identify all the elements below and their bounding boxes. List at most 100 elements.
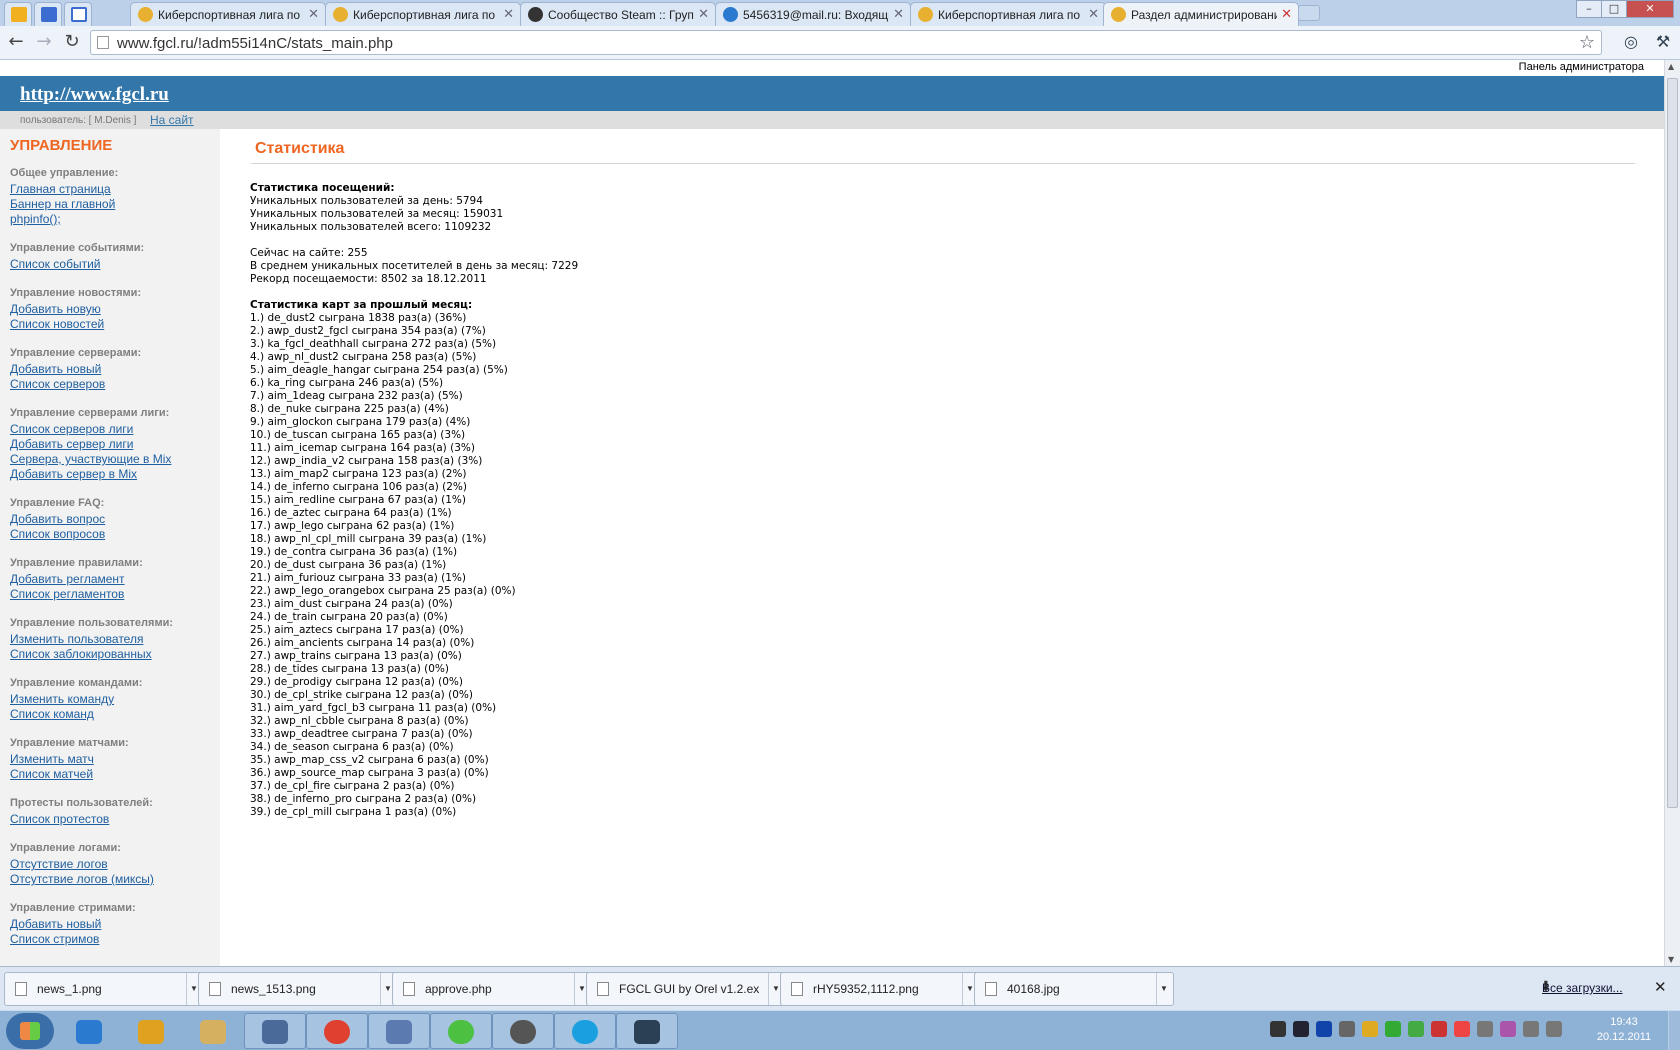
sidebar-link[interactable]: Список регламентов (10, 587, 215, 602)
close-tab-icon[interactable]: ✕ (503, 6, 514, 22)
address-bar[interactable]: www.fgcl.ru/!adm55i14nC/stats_main.php ☆ (90, 30, 1602, 55)
close-tab-icon[interactable]: ✕ (893, 6, 904, 22)
sidebar-link[interactable]: Отсутствие логов (10, 857, 215, 872)
download-filename: news_1513.png (231, 982, 316, 996)
sidebar-link[interactable]: Изменить матч (10, 752, 215, 767)
tab-mail[interactable]: 5456319@mail.ru: Входящи ✕ (715, 2, 911, 26)
taskbar-app-button[interactable] (616, 1013, 678, 1049)
taskbar-app-button[interactable] (368, 1013, 430, 1049)
download-item[interactable]: news_1513.png ▼ (198, 972, 398, 1006)
download-item[interactable]: rHY59352,1112.png ▼ (780, 972, 980, 1006)
sidebar-link[interactable]: Добавить новый (10, 362, 215, 377)
download-item[interactable]: FGCL GUI by Orel v1.2.exe ▼ (586, 972, 786, 1006)
minimize-button[interactable]: – (1576, 0, 1602, 18)
wrench-icon[interactable]: ⚒ (1652, 31, 1674, 53)
clock[interactable]: 19:43 20.12.2011 (1586, 1015, 1662, 1045)
tab-fgcl-1[interactable]: Киберспортивная лига по ✕ (130, 2, 326, 26)
tray-app-icon[interactable] (1431, 1021, 1447, 1037)
sidebar-link[interactable]: Список событий (10, 257, 215, 272)
forward-icon[interactable]: → (33, 31, 55, 53)
tray-app-icon[interactable] (1339, 1021, 1355, 1037)
close-downloads-bar-icon[interactable]: ✕ (1654, 978, 1667, 996)
close-tab-icon[interactable]: ✕ (1088, 6, 1099, 22)
start-button[interactable] (6, 1013, 54, 1049)
tray-speaker-icon[interactable] (1546, 1021, 1562, 1037)
sidebar-link[interactable]: Изменить команду (10, 692, 215, 707)
sidebar-link[interactable]: Сервера, участвующие в Mix (10, 452, 215, 467)
download-item[interactable]: 40168.jpg ▼ (974, 972, 1174, 1006)
sidebar-link[interactable]: Список заблокированных (10, 647, 215, 662)
tab-fgcl-3[interactable]: Киберспортивная лига по ✕ (910, 2, 1106, 26)
scrollbar-thumb[interactable] (1667, 78, 1678, 808)
sidebar-link[interactable]: Список матчей (10, 767, 215, 782)
tray-icq-icon[interactable] (1385, 1021, 1401, 1037)
sidebar-link[interactable]: Добавить сервер в Mix (10, 467, 215, 482)
sidebar-link[interactable]: Добавить вопрос (10, 512, 215, 527)
close-tab-icon[interactable]: ✕ (698, 6, 709, 22)
sidebar-link[interactable]: Список вопросов (10, 527, 215, 542)
sidebar-link[interactable]: Изменить пользователя (10, 632, 215, 647)
new-tab-button[interactable] (1298, 5, 1320, 21)
sidebar-link[interactable]: Добавить новый (10, 917, 215, 932)
tab-fgcl-2[interactable]: Киберспортивная лига по ✕ (325, 2, 521, 26)
pinned-tab-tut[interactable] (4, 2, 32, 26)
site-home-link[interactable]: http://www.fgcl.ru (20, 84, 169, 106)
taskbar-app-button[interactable] (244, 1013, 306, 1049)
reload-icon[interactable]: ↻ (61, 31, 83, 53)
close-tab-icon[interactable]: ✕ (1281, 6, 1292, 22)
sidebar-link[interactable]: Добавить сервер лиги (10, 437, 215, 452)
taskbar-app-button[interactable] (182, 1013, 244, 1049)
sidebar-link[interactable]: Добавить регламент (10, 572, 215, 587)
tray-app-icon[interactable] (1270, 1021, 1286, 1037)
sidebar-link[interactable]: Список новостей (10, 317, 215, 332)
extension-icon[interactable]: ◎ (1620, 31, 1642, 53)
close-tab-icon[interactable]: ✕ (308, 6, 319, 22)
to-site-link[interactable]: На сайт (150, 113, 194, 127)
sidebar-link[interactable]: Добавить новую (10, 302, 215, 317)
taskbar-app-button[interactable] (492, 1013, 554, 1049)
download-item[interactable]: news_1.png ▼ (4, 972, 204, 1006)
taskbar-app-button[interactable] (554, 1013, 616, 1049)
show-desktop-button[interactable] (1668, 1011, 1680, 1050)
sidebar-link[interactable]: Список команд (10, 707, 215, 722)
tray-steam-icon[interactable] (1293, 1021, 1309, 1037)
pinned-tab-docs[interactable] (64, 2, 92, 26)
tray-app-icon[interactable] (1500, 1021, 1516, 1037)
taskbar-app-button[interactable] (306, 1013, 368, 1049)
fgcl-favicon-icon (1111, 7, 1126, 22)
pinned-tab-calendar[interactable] (34, 2, 62, 26)
taskbar-app-button[interactable] (58, 1013, 120, 1049)
sidebar-link[interactable]: Отсутствие логов (миксы) (10, 872, 215, 887)
calendar-icon (41, 7, 57, 22)
tab-steam[interactable]: Сообщество Steam :: Груп ✕ (520, 2, 716, 26)
sidebar-link[interactable]: Список протестов (10, 812, 215, 827)
tray-mail-icon[interactable] (1362, 1021, 1378, 1037)
tray-app-icon[interactable] (1408, 1021, 1424, 1037)
scroll-down-icon[interactable]: ▼ (1668, 955, 1674, 964)
taskbar-app-button[interactable] (120, 1013, 182, 1049)
sidebar-link[interactable]: Список серверов (10, 377, 215, 392)
maximize-button[interactable]: □ (1601, 0, 1627, 18)
sidebar-link[interactable]: Список стримов (10, 932, 215, 947)
tray-app-icon[interactable] (1454, 1021, 1470, 1037)
sidebar-link[interactable]: Баннер на главной (10, 197, 215, 212)
download-menu-icon[interactable]: ▼ (1156, 973, 1171, 1005)
tray-app-icon[interactable] (1316, 1021, 1332, 1037)
back-icon[interactable]: ← (5, 31, 27, 53)
tray-volume-icon[interactable] (1477, 1021, 1493, 1037)
download-item[interactable]: approve.php ▼ (392, 972, 592, 1006)
tab-admin-active[interactable]: Раздел администрировани ✕ (1103, 2, 1299, 27)
all-downloads-link[interactable]: Все загрузки... (1542, 981, 1623, 995)
taskbar-app-button[interactable] (430, 1013, 492, 1049)
tray-network-icon[interactable] (1523, 1021, 1539, 1037)
close-window-button[interactable]: ✕ (1626, 0, 1674, 18)
sidebar-link[interactable]: Главная страница (10, 182, 215, 197)
sidebar-link[interactable]: Список серверов лиги (10, 422, 215, 437)
stats-block: Статистика посещений: Уникальных пользов… (250, 182, 950, 819)
scroll-up-icon[interactable]: ▲ (1668, 62, 1674, 71)
sidebar-link[interactable]: phpinfo(); (10, 212, 215, 227)
address-url[interactable]: www.fgcl.ru/!adm55i14nC/stats_main.php (117, 35, 393, 52)
bookmark-star-icon[interactable]: ☆ (1579, 32, 1595, 53)
maps-list: 1.) de_dust2 сыграна 1838 раз(а) (36%) 2.… (250, 312, 950, 819)
page-scrollbar[interactable]: ▲ ▼ (1664, 60, 1680, 966)
